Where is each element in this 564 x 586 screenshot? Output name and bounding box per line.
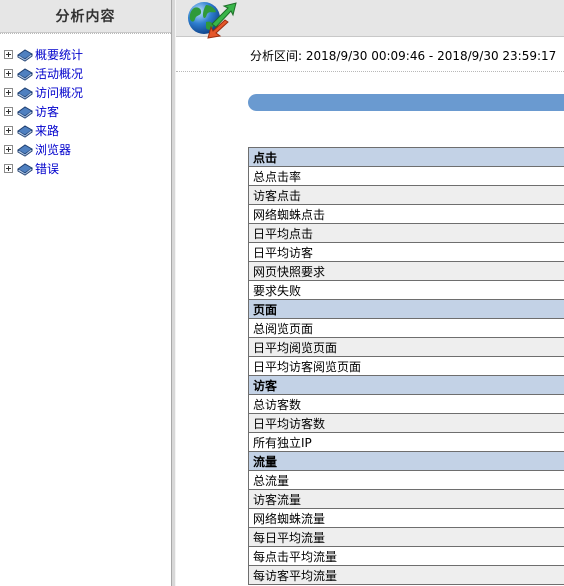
row-label: 日平均点击 [248, 223, 564, 243]
tree-item-summary[interactable]: 概要统计 [4, 45, 83, 64]
tree-item-errors[interactable]: 错误 [4, 159, 83, 178]
period-range: 2018/9/30 00:09:46 - 2018/9/30 23:59:17 [305, 49, 557, 63]
book-icon [17, 124, 33, 138]
tree-item-label[interactable]: 浏览器 [35, 141, 71, 158]
sidebar-divider [0, 33, 171, 34]
table-row: 总点击率 [248, 166, 564, 186]
expand-icon[interactable] [4, 69, 13, 78]
row-label: 总阅览页面 [248, 318, 564, 338]
section-title: 访客 [248, 375, 564, 395]
table-row: 要求失败 [248, 280, 564, 300]
row-label: 所有独立IP [248, 432, 564, 452]
book-icon [17, 67, 33, 81]
table-row: 总阅览页面 [248, 318, 564, 338]
tree-item-label[interactable]: 访客 [35, 103, 59, 120]
row-label: 总流量 [248, 470, 564, 490]
table-row: 网页快照要求 [248, 261, 564, 281]
analysis-tree: 概要统计 活动概况 访问概况 访客 来路 浏览器 错误 [4, 45, 83, 178]
row-label: 访客流量 [248, 489, 564, 509]
section-banner [248, 94, 564, 111]
expand-icon[interactable] [4, 50, 13, 59]
globe-arrows-icon [188, 2, 237, 39]
tree-item-visits[interactable]: 访问概况 [4, 83, 83, 102]
table-row: 访客流量 [248, 489, 564, 509]
book-icon [17, 162, 33, 176]
section-title: 页面 [248, 299, 564, 319]
row-label: 访客点击 [248, 185, 564, 205]
table-row: 每日平均流量 [248, 527, 564, 547]
analysis-period: 分析区间: 2018/9/30 00:09:46 - 2018/9/30 23:… [250, 47, 556, 64]
table-row: 总访客数 [248, 394, 564, 414]
tree-item-label[interactable]: 活动概况 [35, 65, 83, 82]
tree-item-browsers[interactable]: 浏览器 [4, 140, 83, 159]
book-icon [17, 143, 33, 157]
section-header-traffic: 流量 [248, 451, 564, 471]
header-divider [176, 71, 564, 72]
main-frame: 分析区间: 2018/9/30 00:09:46 - 2018/9/30 23:… [176, 0, 564, 586]
table-row: 总流量 [248, 470, 564, 490]
tree-item-label[interactable]: 访问概况 [35, 84, 83, 101]
row-label: 日平均访客阅览页面 [248, 356, 564, 376]
section-header-clicks: 点击 [248, 147, 564, 167]
row-label: 总点击率 [248, 166, 564, 186]
expand-icon[interactable] [4, 107, 13, 116]
row-label: 日平均访客数 [248, 413, 564, 433]
sidebar-title: 分析内容 [55, 9, 116, 25]
table-row: 网络蜘蛛点击 [248, 204, 564, 224]
expand-icon[interactable] [4, 126, 13, 135]
row-label: 每点击平均流量 [248, 546, 564, 566]
table-row: 日平均阅览页面 [248, 337, 564, 357]
table-row: 所有独立IP [248, 432, 564, 452]
expand-icon[interactable] [4, 164, 13, 173]
book-icon [17, 48, 33, 62]
tree-item-label[interactable]: 错误 [35, 160, 59, 177]
table-row: 日平均访客阅览页面 [248, 356, 564, 376]
row-label: 日平均访客 [248, 242, 564, 262]
expand-icon[interactable] [4, 88, 13, 97]
row-label: 每访客平均流量 [248, 565, 564, 585]
table-row: 日平均访客数 [248, 413, 564, 433]
row-label: 网络蜘蛛点击 [248, 204, 564, 224]
table-row: 每访客平均流量 [248, 565, 564, 585]
table-row: 日平均点击 [248, 223, 564, 243]
row-label: 每日平均流量 [248, 527, 564, 547]
period-label: 分析区间: [250, 49, 303, 63]
section-header-pages: 页面 [248, 299, 564, 319]
row-label: 网络蜘蛛流量 [248, 508, 564, 528]
book-icon [17, 86, 33, 100]
tree-item-label[interactable]: 概要统计 [35, 46, 83, 63]
section-title: 流量 [248, 451, 564, 471]
expand-icon[interactable] [4, 145, 13, 154]
row-label: 总访客数 [248, 394, 564, 414]
book-icon [17, 105, 33, 119]
section-header-visitors: 访客 [248, 375, 564, 395]
table-row: 每点击平均流量 [248, 546, 564, 566]
table-row: 日平均访客 [248, 242, 564, 262]
tree-item-visitors[interactable]: 访客 [4, 102, 83, 121]
table-row: 网络蜘蛛流量 [248, 508, 564, 528]
table-row: 访客点击 [248, 185, 564, 205]
left-frame: 分析内容 概要统计 活动概况 访问概况 访客 来路 浏览器 错误 [0, 0, 171, 586]
row-label: 日平均阅览页面 [248, 337, 564, 357]
section-title: 点击 [248, 147, 564, 167]
stats-table: 点击 总点击率 访客点击 网络蜘蛛点击 日平均点击 日平均访客 网页快照要求 要… [248, 147, 564, 585]
tree-item-referrers[interactable]: 来路 [4, 121, 83, 140]
tree-item-activity[interactable]: 活动概况 [4, 64, 83, 83]
tree-item-label[interactable]: 来路 [35, 122, 59, 139]
row-label: 网页快照要求 [248, 261, 564, 281]
sidebar-header: 分析内容 [0, 0, 171, 33]
row-label: 要求失败 [248, 280, 564, 300]
